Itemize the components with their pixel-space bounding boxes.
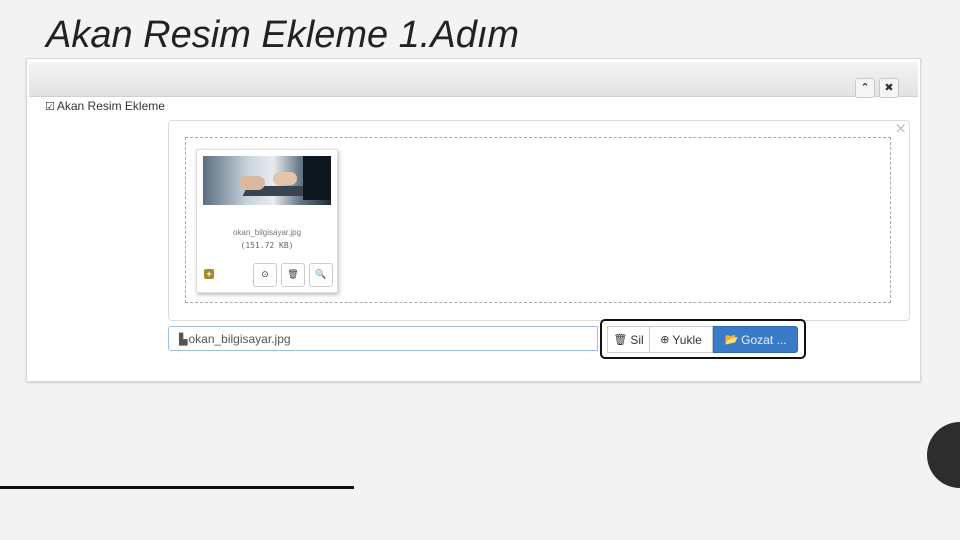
drop-zone[interactable]: okan_bilgisayar.jpg (151.72 KB) + ⊙ 🗑 🔍 <box>185 137 891 303</box>
thumbnail-filename: okan_bilgisayar.jpg <box>232 228 302 237</box>
browse-button[interactable]: 📂 Gozat ... <box>713 326 798 353</box>
slide-underline <box>0 486 354 489</box>
thumb-zoom-button[interactable]: 🔍 <box>309 263 333 287</box>
file-name-value: okan_bilgisayar.jpg <box>188 332 291 346</box>
upload-label: Yukle <box>672 332 702 347</box>
folder-open-icon: 📂 <box>724 333 739 346</box>
file-button-group: 🗑 Sil ⊕ Yukle 📂 Gozat ... <box>607 326 798 353</box>
slide-title: Akan Resim Ekleme 1.Adım <box>46 14 520 56</box>
browse-label: Gozat ... <box>741 332 787 347</box>
screenshot-frame: ⌃ ✖ ☑ Akan Resim Ekleme × okan_bilgisaya… <box>26 58 921 382</box>
file-thumbnail: okan_bilgisayar.jpg (151.72 KB) + ⊙ 🗑 🔍 <box>196 149 338 293</box>
collapse-button[interactable]: ⌃ <box>855 78 875 98</box>
panel-title: ☑ Akan Resim Ekleme <box>45 99 165 113</box>
thumb-delete-button[interactable]: 🗑 <box>281 263 305 287</box>
panel-title-text: Akan Resim Ekleme <box>56 99 165 113</box>
thumb-upload-button[interactable]: ⊙ <box>253 263 277 287</box>
close-upload-icon[interactable]: × <box>894 119 907 137</box>
upload-button[interactable]: ⊕ Yukle <box>650 326 713 353</box>
delete-button[interactable]: 🗑 Sil <box>607 326 650 353</box>
close-panel-button[interactable]: ✖ <box>879 78 899 98</box>
thumbnail-size: (151.72 KB) <box>240 241 294 250</box>
upload-box: × okan_bilgisayar.jpg (151.72 KB) + ⊙ 🗑 … <box>168 119 910 321</box>
file-icon: ▙ <box>179 333 188 346</box>
upload-circle-icon: ⊕ <box>660 333 670 346</box>
trash-icon: 🗑 <box>613 333 628 346</box>
edit-icon: ☑ <box>45 99 55 113</box>
file-name-field[interactable]: ▙okan_bilgisayar.jpg <box>168 326 598 351</box>
panel-header <box>29 62 918 97</box>
corner-decoration <box>927 422 960 488</box>
plus-icon: + <box>204 269 214 279</box>
delete-label: Sil <box>630 332 644 347</box>
thumbnail-image <box>203 156 331 205</box>
